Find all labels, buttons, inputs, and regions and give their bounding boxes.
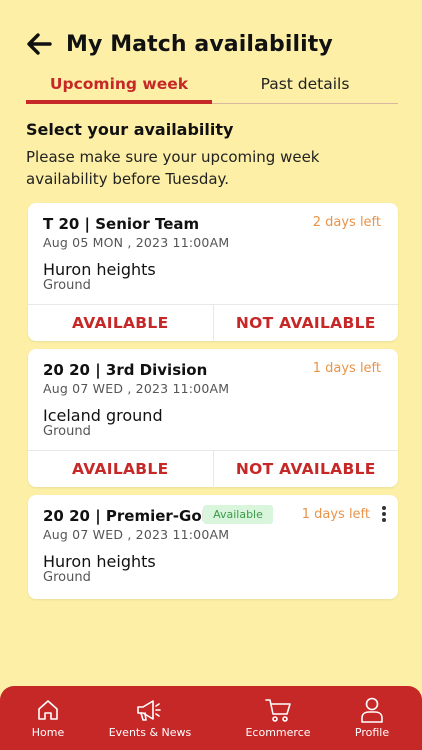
- match-card: 20 20 | 3rd Division 1 days left Aug 07 …: [28, 349, 399, 488]
- tab-bar: Upcoming week Past details: [26, 70, 398, 104]
- nav-ecommerce[interactable]: Ecommerce: [238, 696, 318, 739]
- not-available-button[interactable]: NOT AVAILABLE: [212, 305, 399, 342]
- bottom-nav: Home Events & News Ecommerce Profile: [0, 686, 422, 750]
- not-available-button[interactable]: NOT AVAILABLE: [212, 451, 399, 488]
- back-arrow-icon[interactable]: [26, 31, 52, 57]
- match-title: 20 20 | 3rd Division: [43, 361, 208, 379]
- venue-name: Huron heights: [43, 552, 156, 571]
- cart-icon: [238, 696, 318, 724]
- nav-home[interactable]: Home: [18, 696, 78, 739]
- nav-label: Home: [31, 726, 65, 739]
- venue-type: Ground: [43, 570, 91, 585]
- nav-profile[interactable]: Profile: [342, 696, 402, 739]
- match-datetime: Aug 05 MON , 2023 11:00AM: [43, 235, 230, 250]
- match-datetime: Aug 07 WED , 2023 11:00AM: [43, 381, 230, 396]
- tab-upcoming-week[interactable]: Upcoming week: [26, 70, 212, 104]
- nav-events-news[interactable]: Events & News: [103, 696, 197, 739]
- venue-type: Ground: [43, 278, 91, 293]
- match-datetime: Aug 07 WED , 2023 11:00AM: [43, 527, 230, 542]
- available-button[interactable]: AVAILABLE: [28, 451, 213, 488]
- megaphone-icon: [103, 696, 197, 724]
- availability-actions: AVAILABLE NOT AVAILABLE: [28, 450, 399, 488]
- page-title: My Match availability: [66, 31, 333, 57]
- venue-type: Ground: [43, 424, 91, 439]
- more-options-icon[interactable]: [380, 506, 388, 524]
- days-left: 1 days left: [312, 361, 381, 376]
- match-card: T 20 | Senior Team 2 days left Aug 05 MO…: [28, 203, 399, 342]
- days-left: 2 days left: [312, 215, 381, 230]
- home-icon: [18, 696, 78, 724]
- match-title: T 20 | Senior Team: [43, 215, 200, 233]
- nav-label: Ecommerce: [245, 726, 311, 739]
- venue-name: Iceland ground: [43, 406, 163, 425]
- match-card: 20 20 | Premier-Gold Available 1 days le…: [28, 495, 398, 599]
- section-subtitle: Please make sure your upcoming week avai…: [26, 148, 320, 188]
- availability-actions: AVAILABLE NOT AVAILABLE: [28, 304, 399, 342]
- section-title: Select your availability: [26, 120, 234, 139]
- nav-label: Events & News: [108, 726, 192, 739]
- nav-label: Profile: [354, 726, 390, 739]
- tab-past-details[interactable]: Past details: [212, 70, 398, 104]
- available-button[interactable]: AVAILABLE: [28, 305, 213, 342]
- status-badge: Available: [203, 505, 273, 524]
- days-left: 1 days left: [301, 507, 370, 522]
- match-title: 20 20 | Premier-Gold: [43, 507, 218, 525]
- header: My Match availability: [26, 28, 333, 60]
- venue-name: Huron heights: [43, 260, 156, 279]
- user-icon: [342, 696, 402, 724]
